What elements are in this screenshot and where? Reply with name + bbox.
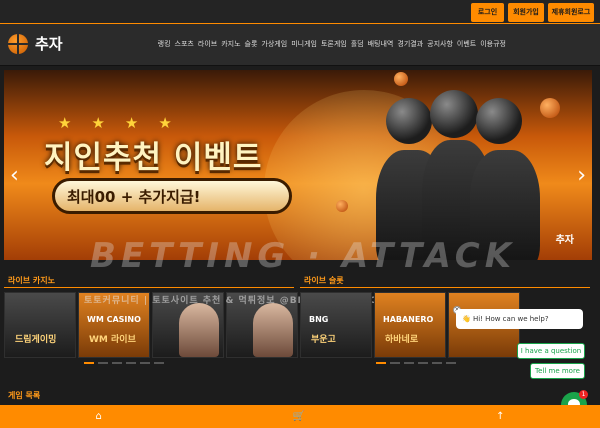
chat-greeting: 👋 Hi! How can we help?: [456, 309, 583, 329]
partner-login-button[interactable]: 제휴회원로그: [548, 3, 594, 22]
tile-label: 드림게이밍: [15, 335, 57, 345]
scroll-up-icon[interactable]: ↑: [496, 411, 504, 422]
game-tile[interactable]: 드림게이밍: [4, 292, 76, 358]
section-title-live-casino: 라이브 카지노: [8, 276, 55, 285]
basketball-icon: [394, 72, 408, 86]
carousel-dot[interactable]: [84, 362, 94, 364]
bottom-nav: ⌂ 🛒 ↑: [0, 405, 600, 428]
chat-question-chip[interactable]: I have a question: [517, 343, 585, 359]
section-title-live-slot: 라이브 슬롯: [304, 276, 344, 285]
basketball-icon: [8, 33, 28, 54]
carousel-dot[interactable]: [140, 362, 150, 364]
carousel-dot[interactable]: [126, 362, 136, 364]
logo-text: 추자: [35, 35, 63, 53]
star-icon: ★: [158, 114, 172, 132]
star-icon: ★: [91, 114, 105, 132]
nav-item-results[interactable]: 경기결과: [397, 39, 423, 49]
nav-item-live[interactable]: 라이브: [198, 39, 217, 49]
nav-item-event[interactable]: 이벤트: [457, 39, 476, 49]
basketball-icon: [540, 98, 560, 118]
tile-brand: HABANERO: [383, 315, 434, 324]
carousel-dots: [84, 362, 164, 366]
game-tile[interactable]: BNG 부운고: [300, 292, 372, 358]
login-button[interactable]: 로그인: [471, 3, 504, 22]
nav-item-ranking[interactable]: 랭킹: [158, 39, 171, 49]
section-divider: [300, 287, 590, 288]
cart-icon[interactable]: 🛒: [293, 411, 305, 422]
carousel-dot[interactable]: [98, 362, 108, 364]
tile-label: WM 라이브: [89, 335, 136, 345]
nav-item-mini-game[interactable]: 미니게임: [291, 39, 317, 49]
carousel-dot[interactable]: [112, 362, 122, 364]
signup-button[interactable]: 회원가입: [508, 3, 544, 22]
carousel-dot[interactable]: [418, 362, 428, 364]
game-tile[interactable]: HABANERO 하바네로: [374, 292, 446, 358]
carousel-dot[interactable]: [432, 362, 442, 364]
next-arrow-icon[interactable]: ›: [577, 165, 586, 187]
nav-item-debate-game[interactable]: 토론게임: [321, 39, 347, 49]
tile-brand: WM CASINO: [87, 315, 141, 324]
nav-item-rules[interactable]: 이용규정: [480, 39, 506, 49]
tile-label: 부운고: [311, 335, 336, 345]
carousel-dot[interactable]: [404, 362, 414, 364]
carousel-dots: [376, 362, 456, 366]
main-header: 추자 랭킹 스포츠 라이브 카지노 슬롯 가상게임 미니게임 토론게임 홀덤 배…: [0, 24, 600, 66]
banner-title: 지인추천 이벤트: [44, 140, 263, 176]
dealer-image: [179, 303, 219, 357]
home-icon[interactable]: ⌂: [95, 411, 101, 422]
section-title-game-list: 게임 목록: [8, 391, 41, 400]
tile-brand: BNG: [309, 315, 329, 324]
watermark: BETTING · ATTACK: [90, 236, 517, 276]
nav-item-slot[interactable]: 슬롯: [245, 39, 258, 49]
nav-item-bet-history[interactable]: 배팅내역: [368, 39, 394, 49]
star-row: ★ ★ ★ ★: [58, 116, 172, 131]
figure-head: [386, 98, 432, 144]
nav-item-virtual-game[interactable]: 가상게임: [261, 39, 287, 49]
prev-arrow-icon[interactable]: ‹: [10, 165, 19, 187]
banner-pill: 최대00 + 추가지급!: [52, 178, 292, 214]
banner-pill-text: 최대00 + 추가지급!: [67, 187, 201, 206]
basketball-icon: [336, 200, 348, 212]
event-banner[interactable]: ★ ★ ★ ★ 지인추천 이벤트 최대00 + 추가지급! 추자 ‹ ›: [4, 70, 592, 260]
nav-item-holdem[interactable]: 홀덤: [351, 39, 364, 49]
carousel-dot[interactable]: [390, 362, 400, 364]
section-divider: [4, 287, 294, 288]
nav-item-sports[interactable]: 스포츠: [175, 39, 194, 49]
chat-more-chip[interactable]: Tell me more: [530, 363, 585, 379]
star-icon: ★: [58, 114, 72, 132]
star-icon: ★: [124, 114, 139, 132]
top-strip: 로그인 회원가입 제휴회원로그: [0, 0, 600, 24]
dealer-image: [253, 303, 293, 357]
carousel-dot[interactable]: [154, 362, 164, 364]
carousel-dot[interactable]: [446, 362, 456, 364]
main-nav: 랭킹 스포츠 라이브 카지노 슬롯 가상게임 미니게임 토론게임 홀덤 배팅내역…: [158, 39, 506, 49]
figure-head: [430, 90, 478, 138]
banner-brand: 추자: [555, 235, 574, 246]
tile-label: 하바네로: [385, 335, 419, 345]
figure-head: [476, 98, 522, 144]
carousel-dot[interactable]: [376, 362, 386, 364]
nav-item-notice[interactable]: 공지사항: [427, 39, 453, 49]
nav-item-casino[interactable]: 카지노: [221, 39, 240, 49]
site-logo[interactable]: 추자: [8, 33, 63, 54]
chat-unread-badge: 1: [579, 390, 588, 399]
